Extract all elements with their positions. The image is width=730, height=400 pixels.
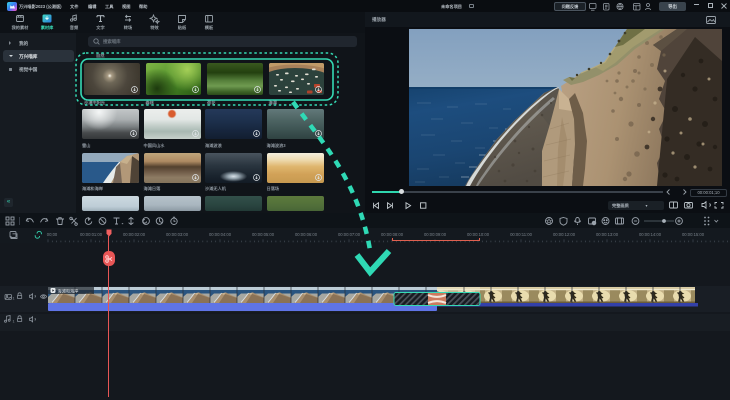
svg-text:00:00:10:00: 00:00:10:00 [467,232,490,237]
svg-text:1: 1 [13,320,15,324]
svg-text:00:00:11:00: 00:00:11:00 [510,232,532,237]
svg-text:00:00:01:00: 00:00:01:00 [80,232,103,237]
svg-text:00:00:15:00: 00:00:15:00 [682,232,705,237]
svg-text:00:00:02:00: 00:00:02:00 [123,232,146,237]
svg-text:00:00:09:00: 00:00:09:00 [424,232,447,237]
svg-text:00;00: 00;00 [47,232,58,237]
svg-text:00:00:04:00: 00:00:04:00 [209,232,232,237]
svg-text:00:00:12:00: 00:00:12:00 [553,232,576,237]
svg-text:海滩和海岸: 海滩和海岸 [58,287,79,294]
svg-text:00:00:13:00: 00:00:13:00 [596,232,619,237]
svg-text:00:00:03:00: 00:00:03:00 [166,232,189,237]
svg-text:00:00:14:00: 00:00:14:00 [639,232,662,237]
svg-text:1: 1 [13,297,15,301]
